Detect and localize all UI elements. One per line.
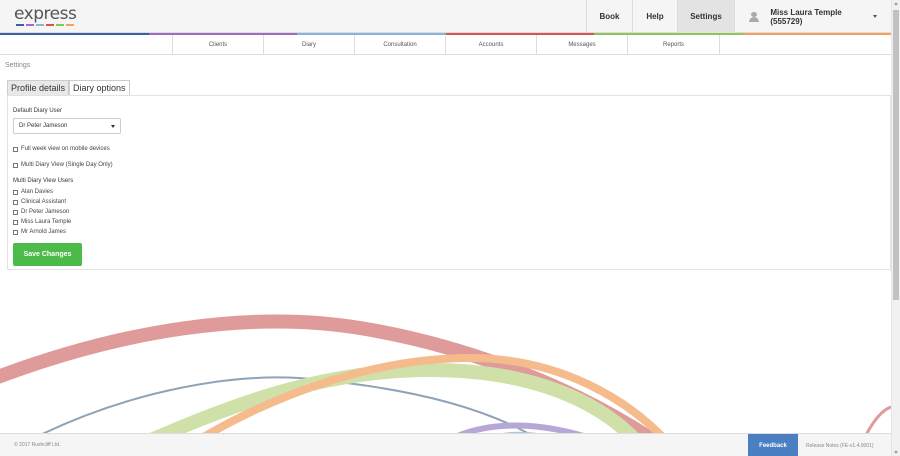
chevron-down-icon xyxy=(111,125,115,128)
express-logo[interactable]: express xyxy=(14,4,89,28)
scroll-down-icon[interactable] xyxy=(894,451,898,454)
nav-messages[interactable]: Messages xyxy=(537,35,628,55)
tab-profile-details[interactable]: Profile details xyxy=(7,80,70,95)
breadcrumb: Settings xyxy=(5,62,31,69)
nav-consultation[interactable]: Consultation xyxy=(355,35,446,55)
default-diary-user-value: Dr Peter Jameson xyxy=(19,123,68,129)
logo-bar xyxy=(36,24,44,26)
full-week-option[interactable]: Full week view on mobile devices xyxy=(13,146,110,152)
nav-settings-button[interactable]: Settings xyxy=(677,0,734,33)
top-header: express Book Help Settings Miss Laura Te… xyxy=(0,0,891,33)
footer: © 2017 Rushcliff Ltd. Feedback Release N… xyxy=(0,433,891,456)
logo-bar xyxy=(56,24,64,26)
multi-diary-checkbox[interactable] xyxy=(13,162,18,168)
default-diary-user-select[interactable]: Dr Peter Jameson xyxy=(13,118,121,134)
logo-text: express xyxy=(14,4,77,24)
user-checkbox[interactable] xyxy=(13,219,18,225)
tab-diary-options[interactable]: Diary options xyxy=(69,80,130,95)
user-option-label: Clinical Assistant xyxy=(21,199,67,205)
default-diary-user-label: Default Diary User xyxy=(13,108,63,114)
user-checkbox[interactable] xyxy=(13,229,18,235)
release-notes-link[interactable]: Release Notes (FE-v1.4.0001) xyxy=(806,443,874,449)
multi-diary-option[interactable]: Multi Diary View (Single Day Only) xyxy=(13,162,113,168)
logo-bar xyxy=(16,24,24,26)
full-week-label: Full week view on mobile devices xyxy=(21,146,110,152)
nav-accounts[interactable]: Accounts xyxy=(446,35,537,55)
decorative-curves xyxy=(0,314,891,433)
logo-bar xyxy=(46,24,54,26)
nav-clients[interactable]: Clients xyxy=(173,35,264,55)
user-checkbox[interactable] xyxy=(13,189,18,195)
chevron-down-icon xyxy=(873,15,877,18)
page-scrollbar[interactable] xyxy=(891,0,900,456)
save-changes-button[interactable]: Save Changes xyxy=(13,243,82,266)
full-week-checkbox[interactable] xyxy=(13,146,18,152)
logo-color-bars xyxy=(16,24,74,26)
nav-book-button[interactable]: Book xyxy=(586,0,632,33)
user-menu[interactable]: Miss Laura Temple (555729) xyxy=(734,0,877,33)
nav-diary[interactable]: Diary xyxy=(264,35,355,55)
green-curve xyxy=(149,362,639,433)
user-name: Miss Laura Temple (555729) xyxy=(770,7,842,26)
top-nav: Book Help Settings Miss Laura Temple (55… xyxy=(586,0,877,33)
edge-red-curve xyxy=(865,405,891,433)
user-checkbox[interactable] xyxy=(13,209,18,215)
user-checkbox[interactable] xyxy=(13,199,18,205)
feedback-button[interactable]: Feedback xyxy=(748,434,798,456)
user-option[interactable]: Miss Laura Temple xyxy=(13,219,71,225)
user-option[interactable]: Clinical Assistant xyxy=(13,199,66,205)
user-option[interactable]: Alan Davies xyxy=(13,189,53,195)
user-icon xyxy=(749,11,760,22)
logo-bar xyxy=(26,24,34,26)
section-nav: Clients Diary Consultation Accounts Mess… xyxy=(0,35,891,55)
user-option[interactable]: Dr Peter Jameson xyxy=(13,209,69,215)
user-option[interactable]: Mr Arnold James xyxy=(13,229,66,235)
user-option-label: Mr Arnold James xyxy=(21,229,67,235)
multi-diary-label: Multi Diary View (Single Day Only) xyxy=(21,162,113,168)
scroll-thumb[interactable] xyxy=(893,10,899,300)
user-option-label: Dr Peter Jameson xyxy=(21,209,70,215)
diary-options-panel: Default Diary User Dr Peter Jameson Full… xyxy=(7,95,891,270)
user-option-label: Miss Laura Temple xyxy=(21,219,72,225)
multi-diary-users-label: Multi Diary View Users xyxy=(13,178,74,184)
nav-help-button[interactable]: Help xyxy=(632,0,677,33)
copyright-text: © 2017 Rushcliff Ltd. xyxy=(14,442,61,448)
logo-bar xyxy=(66,24,74,26)
settings-tabs: Profile details Diary options xyxy=(7,80,130,95)
scroll-up-icon[interactable] xyxy=(894,2,898,5)
user-option-label: Alan Davies xyxy=(21,189,54,195)
nav-reports[interactable]: Reports xyxy=(628,35,720,55)
